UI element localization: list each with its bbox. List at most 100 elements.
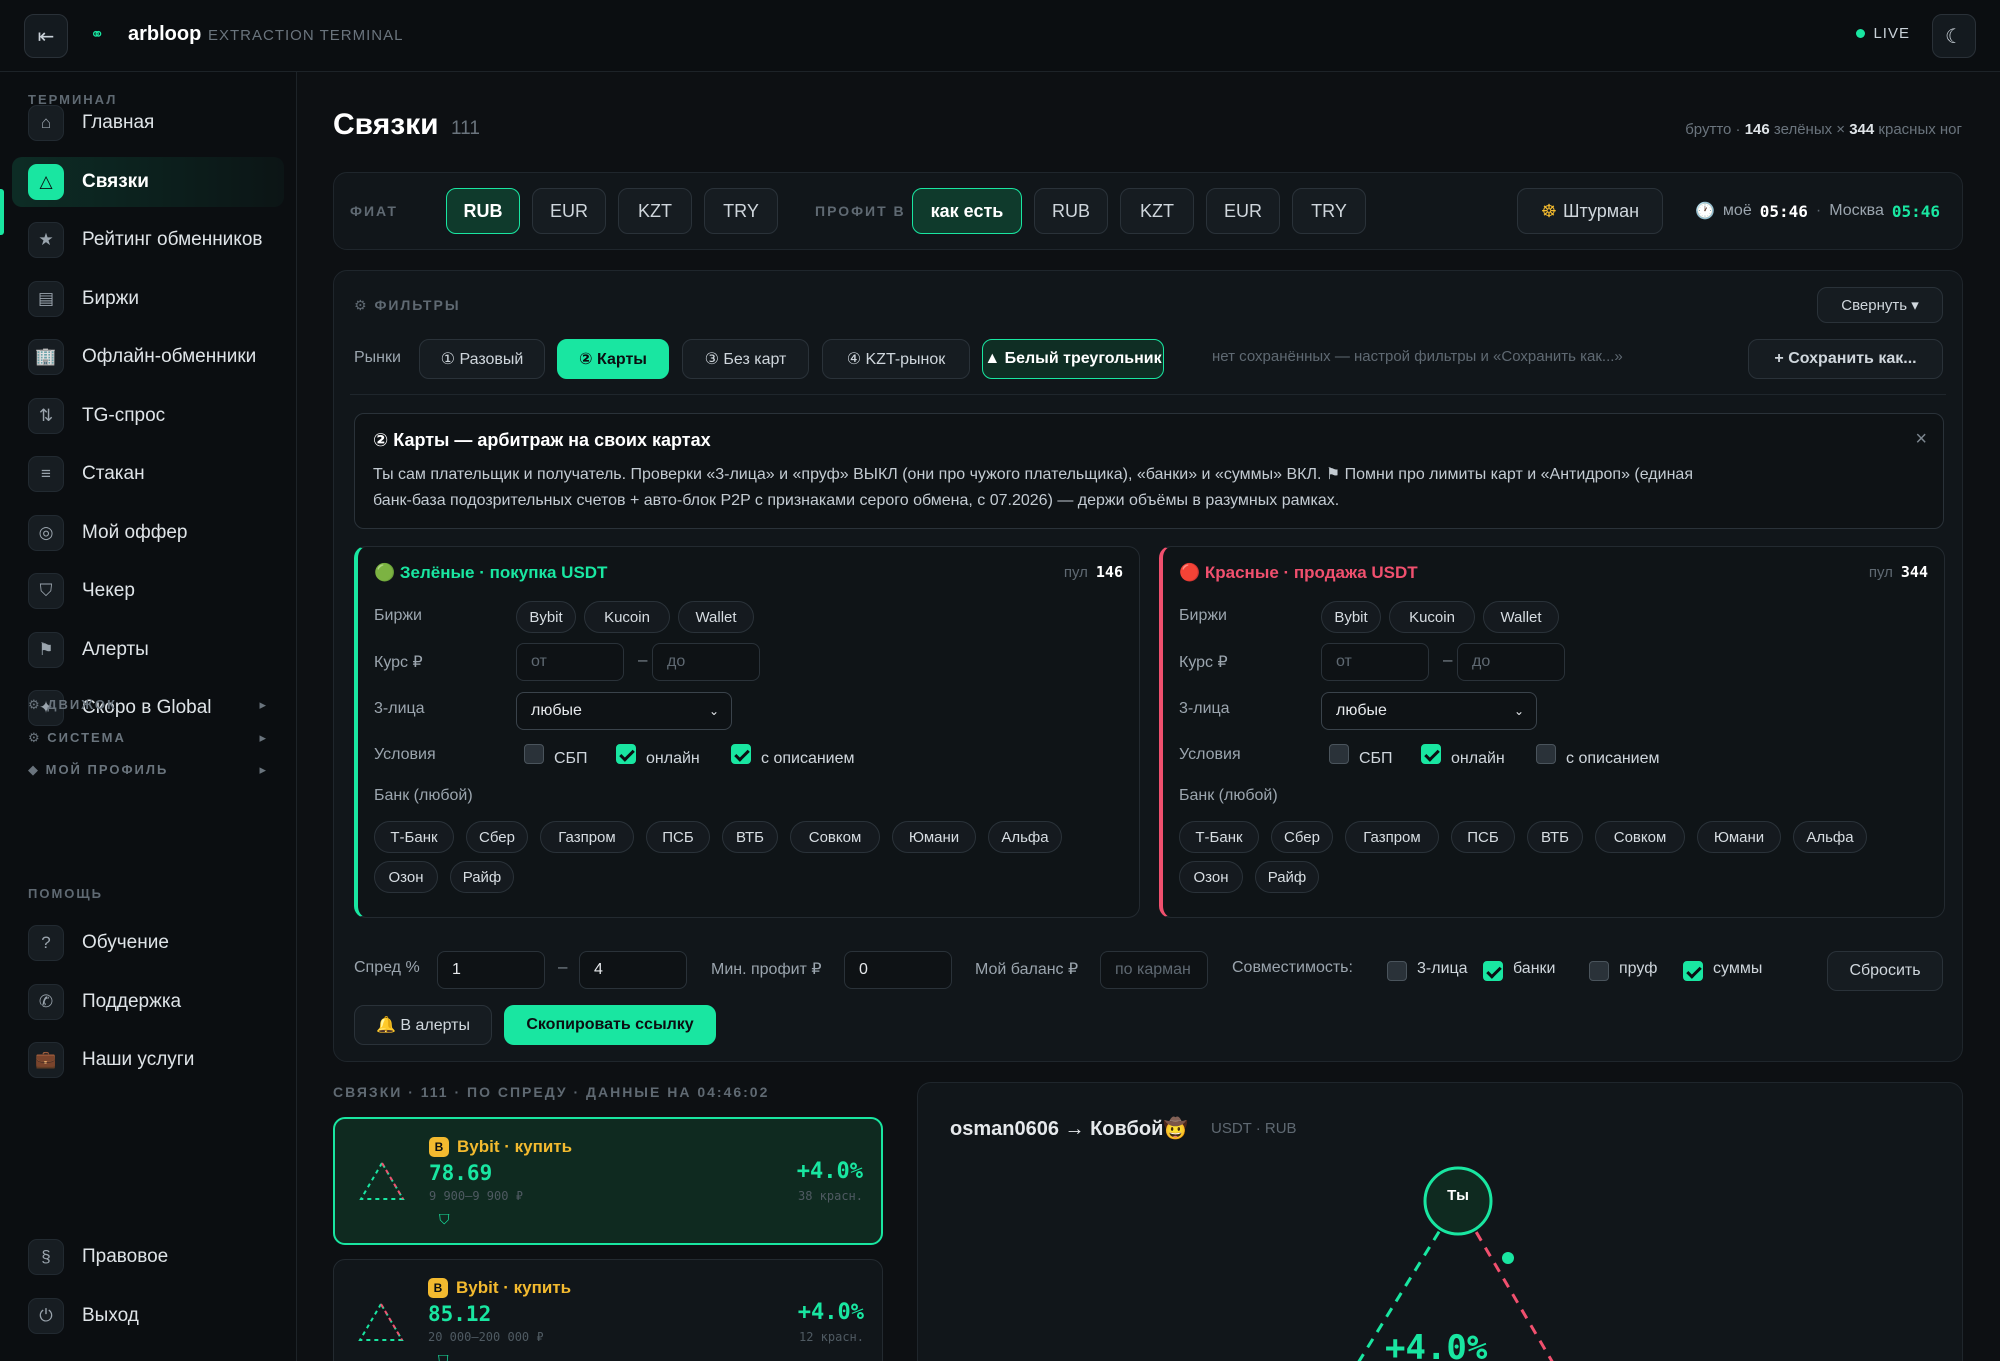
- copy-link-button[interactable]: Скопировать ссылку: [504, 1005, 716, 1045]
- sidebar-item-1[interactable]: △ Связки: [12, 156, 284, 207]
- market-preset-0[interactable]: ① Разовый: [419, 339, 545, 379]
- bank-chip-2[interactable]: Газпром: [540, 821, 634, 853]
- balance-input[interactable]: по карман: [1100, 951, 1208, 989]
- bank-chip-3[interactable]: ПСБ: [1451, 821, 1515, 853]
- exchange-chip-kucoin[interactable]: Kucoin: [584, 601, 670, 633]
- minprofit-input[interactable]: 0: [844, 951, 952, 989]
- bank-chip-5[interactable]: Совком: [1595, 821, 1685, 853]
- bank-chip-3[interactable]: ПСБ: [646, 821, 710, 853]
- third-party-select[interactable]: любые ⌄: [1321, 692, 1537, 730]
- rate-from-input[interactable]: от: [1321, 643, 1429, 681]
- collapse-left-icon[interactable]: ⇤: [24, 14, 68, 58]
- sidebar-bottom-item-1[interactable]: ⏻ Выход: [12, 1291, 284, 1341]
- sidebar-item-3[interactable]: ▤ Биржи: [12, 274, 284, 324]
- sidebar-bottom-item-0[interactable]: § Правовое: [12, 1232, 284, 1282]
- alerts-button[interactable]: 🔔 В алерты: [354, 1005, 492, 1045]
- deal-card[interactable]: B Bybit · купить 85.12 20 000–200 000 ₽ +4.0…: [333, 1259, 883, 1361]
- condition-checkbox-2[interactable]: [731, 744, 751, 764]
- spread-from-input[interactable]: 1: [437, 951, 545, 989]
- condition-checkbox-2[interactable]: [1536, 744, 1556, 764]
- third-party-select[interactable]: любые ⌄: [516, 692, 732, 730]
- condition-checkbox-1[interactable]: [1421, 744, 1441, 764]
- fiat-option-rub[interactable]: RUB: [446, 188, 520, 234]
- condition-checkbox-0[interactable]: [1329, 744, 1349, 764]
- compat-checkbox-2[interactable]: [1589, 961, 1609, 981]
- rate-from-input[interactable]: от: [516, 643, 624, 681]
- profit-option-2[interactable]: KZT: [1120, 188, 1194, 234]
- exchange-chip-wallet[interactable]: Wallet: [678, 601, 754, 633]
- sidebar-help-item-1[interactable]: ✆ Поддержка: [12, 977, 284, 1027]
- close-icon[interactable]: ×: [1915, 428, 1927, 451]
- bank-chip-4[interactable]: ВТБ: [722, 821, 778, 853]
- exchange-chip-kucoin[interactable]: Kucoin: [1389, 601, 1475, 633]
- exchange-chip-bybit[interactable]: Bybit: [516, 601, 576, 633]
- bank-chip-4[interactable]: ВТБ: [1527, 821, 1583, 853]
- compat-checkbox-3[interactable]: [1683, 961, 1703, 981]
- bank-chip-1[interactable]: Сбер: [466, 821, 528, 853]
- compat-checkbox-0[interactable]: [1387, 961, 1407, 981]
- bank-chip-6[interactable]: Юмани: [892, 821, 976, 853]
- third-party-label: 3-лица: [1179, 700, 1230, 717]
- market-preset-1[interactable]: ② Карты: [557, 339, 669, 379]
- sidebar-help-item-2[interactable]: 💼 Наши услуги: [12, 1035, 284, 1085]
- bank-chip-5[interactable]: Совком: [790, 821, 880, 853]
- sidebar-item-7[interactable]: ◎ Мой оффер: [12, 508, 284, 558]
- fiat-option-kzt[interactable]: KZT: [618, 188, 692, 234]
- profit-option-3[interactable]: EUR: [1206, 188, 1280, 234]
- market-preset-2[interactable]: ③ Без карт: [682, 339, 809, 379]
- condition-checkbox-1[interactable]: [616, 744, 636, 764]
- save-as-button[interactable]: + Сохранить как...: [1748, 339, 1943, 379]
- deal-card[interactable]: B Bybit · купить 78.69 9 900–9 900 ₽ +4.0% 38…: [333, 1117, 883, 1245]
- bank-chip-2[interactable]: Газпром: [1345, 821, 1439, 853]
- bank-chip-8[interactable]: Озон: [374, 861, 438, 893]
- bank-chip-7[interactable]: Альфа: [1793, 821, 1867, 853]
- reset-button[interactable]: Сбросить: [1827, 951, 1943, 991]
- stats-mid: зелёных ×: [1773, 121, 1846, 138]
- sidebar-item-0[interactable]: ⌂ Главная: [12, 98, 284, 148]
- rate-label: Курс ₽: [1179, 654, 1228, 671]
- rate-to-input[interactable]: до: [1457, 643, 1565, 681]
- bank-chip-9[interactable]: Райф: [450, 861, 514, 893]
- sidebar-help-item-0[interactable]: ? Обучение: [12, 918, 284, 968]
- rate-to-input[interactable]: до: [652, 643, 760, 681]
- sidebar-item-9[interactable]: ⚑ Алерты: [12, 625, 284, 675]
- collapse-button[interactable]: Свернуть ▾: [1817, 287, 1943, 323]
- sidebar-item-8[interactable]: ⛉ Чекер: [12, 566, 284, 616]
- spread-to-input[interactable]: 4: [579, 951, 687, 989]
- bank-chip-0[interactable]: Т-Банк: [1179, 821, 1259, 853]
- exchange-chip-bybit[interactable]: Bybit: [1321, 601, 1381, 633]
- bank-chip-0[interactable]: Т-Банк: [374, 821, 454, 853]
- sidebar-group-0[interactable]: ⚙ ДВИЖОК ▸: [28, 697, 268, 713]
- compat-checkbox-1[interactable]: [1483, 961, 1503, 981]
- profit-option-1[interactable]: RUB: [1034, 188, 1108, 234]
- profit-option-4[interactable]: TRY: [1292, 188, 1366, 234]
- fiat-option-eur[interactable]: EUR: [532, 188, 606, 234]
- condition-checkbox-0[interactable]: [524, 744, 544, 764]
- sidebar-item-2[interactable]: ★ Рейтинг обменников: [12, 215, 284, 265]
- fiat-option-try[interactable]: TRY: [704, 188, 778, 234]
- market-preset-4[interactable]: ▲ Белый треугольник: [982, 339, 1164, 379]
- bank-chip-6[interactable]: Юмани: [1697, 821, 1781, 853]
- sidebar-item-5[interactable]: ⇅ TG-спрос: [12, 391, 284, 441]
- moscow-time-label: Москва: [1829, 202, 1884, 219]
- sidebar-item-6[interactable]: ≡ Стакан: [12, 449, 284, 499]
- bank-chip-1[interactable]: Сбер: [1271, 821, 1333, 853]
- top-bar: ⇤ ⚭ arbloop EXTRACTION TERMINAL LIVE ☾: [0, 0, 2000, 72]
- profit-option-0[interactable]: как есть: [912, 188, 1022, 234]
- exchange-chip-wallet[interactable]: Wallet: [1483, 601, 1559, 633]
- profit-label: ПРОФИТ В: [815, 203, 906, 219]
- markets-label: Рынки: [354, 349, 401, 366]
- bank-chip-7[interactable]: Альфа: [988, 821, 1062, 853]
- condition-label-0: СБП: [554, 750, 588, 767]
- sidebar-group-2[interactable]: ◆ МОЙ ПРОФИЛЬ ▸: [28, 762, 268, 778]
- info-line-2: банк-база подозрительных счетов + авто-б…: [373, 492, 1340, 509]
- sidebar-group-1[interactable]: ⚙ СИСТЕМА ▸: [28, 730, 268, 746]
- deal-profit: +4.0%: [796, 1159, 863, 1184]
- green-side-panel: 🟢 Зелёные · покупка USDT пул 146 Биржи Bybit…: [354, 546, 1140, 918]
- helmsman-button[interactable]: ☸ Штурман: [1517, 188, 1663, 234]
- moon-icon[interactable]: ☾: [1932, 14, 1976, 58]
- bank-chip-9[interactable]: Райф: [1255, 861, 1319, 893]
- bank-chip-8[interactable]: Озон: [1179, 861, 1243, 893]
- sidebar-item-4[interactable]: 🏢 Офлайн-обменники: [12, 332, 284, 382]
- market-preset-3[interactable]: ④ KZT-рынок: [822, 339, 970, 379]
